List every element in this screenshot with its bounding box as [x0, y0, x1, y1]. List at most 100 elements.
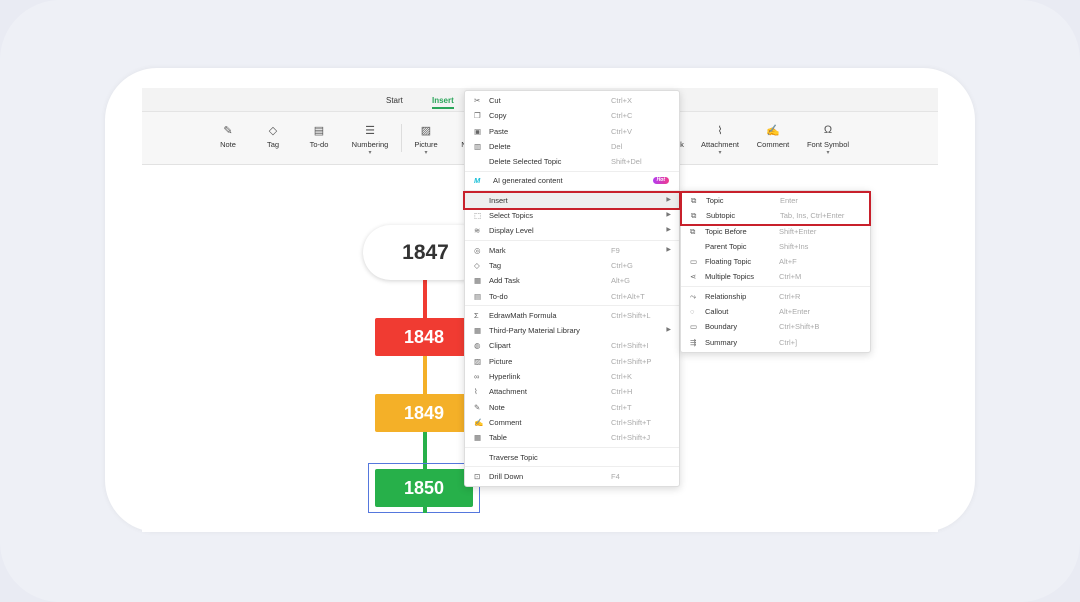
menu-label: Parent Topic	[705, 241, 747, 251]
relationship-icon: ⤳	[690, 291, 696, 301]
divider	[681, 286, 870, 288]
dropdown-icon: ▾	[826, 150, 830, 156]
toolbar-comment-button[interactable]: ✍ Comment	[743, 124, 803, 149]
comment-icon: ✍	[766, 125, 780, 137]
shortcut: Ctrl+R	[779, 291, 801, 301]
menu-label: Summary	[705, 337, 738, 347]
shortcut: Ctrl+Shift+I	[611, 341, 649, 351]
connector	[423, 280, 427, 318]
shortcut: Alt+G	[611, 276, 630, 286]
menu-item-delete[interactable]: ▥ Delete Del	[465, 139, 679, 154]
menu-label: EdrawMath Formula	[489, 310, 557, 320]
menu-label: Topic	[706, 196, 724, 205]
trash-icon: ▥	[474, 141, 482, 151]
link-icon: ∞	[474, 372, 480, 382]
paperclip-icon: ⌇	[717, 125, 723, 137]
floating-icon: ▭	[690, 257, 698, 267]
menu-label: Hyperlink	[489, 372, 521, 382]
menu-item-copy[interactable]: ❐ Copy Ctrl+C	[465, 108, 679, 123]
divider	[465, 190, 679, 192]
tool-label: Note	[220, 140, 236, 149]
toolbar-numbering-button[interactable]: ☰ Numbering ▾	[340, 124, 400, 156]
multiple-icon: ⋖	[690, 272, 697, 282]
tool-label: Tag	[266, 140, 280, 149]
menu-label: Insert	[489, 195, 508, 205]
menu-item-display-level[interactable]: ≋ Display Level ▶	[465, 223, 679, 238]
callout-icon: ◌	[690, 307, 695, 317]
menu-item-edrawmath-formula[interactable]: Σ EdrawMath Formula Ctrl+Shift+L	[465, 308, 679, 323]
menu-label: Multiple Topics	[705, 272, 755, 282]
shortcut: Shift+Del	[611, 157, 642, 167]
shortcut: Ctrl+H	[611, 387, 633, 397]
menu-item-to-do[interactable]: ▤ To-do Ctrl+Alt+T	[465, 289, 679, 304]
shortcut: Ctrl+Shift+P	[611, 356, 652, 366]
menu-item-add-task[interactable]: ▦ Add Task Alt+G	[465, 273, 679, 288]
menu-item-drill-down[interactable]: ⊡ Drill Down F4	[465, 469, 679, 484]
menu-label: Display Level	[489, 226, 534, 236]
menu-item-topic[interactable]: ⧉ Topic Enter	[682, 193, 869, 208]
toolbar-attachment-button[interactable]: ⌇ Attachment ▾	[690, 124, 750, 156]
tab-start[interactable]: Start	[386, 96, 403, 105]
shortcut: Ctrl+M	[779, 272, 802, 282]
tab-insert[interactable]: Insert	[432, 96, 454, 109]
menu-label: Paste	[489, 126, 509, 136]
shortcut: Ctrl+T	[611, 402, 632, 412]
menu-item-note[interactable]: ✎ Note Ctrl+T	[465, 400, 679, 415]
menu-item-subtopic[interactable]: ⧉ Subtopic Tab, Ins, Ctrl+Enter	[682, 208, 869, 223]
subtopic-icon: ⧉	[691, 211, 697, 221]
shortcut: Ctrl+Shift+B	[779, 322, 820, 332]
menu-label: To-do	[489, 291, 508, 301]
chevron-right-icon: ▶	[666, 227, 671, 234]
menu-item-hyperlink[interactable]: ∞ Hyperlink Ctrl+K	[465, 369, 679, 384]
shortcut: Ctrl+X	[611, 96, 633, 105]
menu-label: Callout	[705, 307, 729, 317]
shortcut: Shift+Ins	[779, 241, 809, 251]
menu-item-third-party-material-library[interactable]: ▦ Third-Party Material Library ▶	[465, 323, 679, 338]
menu-item-summary[interactable]: ⇶ Summary Ctrl+]	[681, 335, 870, 350]
menu-item-table[interactable]: ▦ Table Ctrl+Shift+J	[465, 430, 679, 445]
toolbar-font-symbol-button[interactable]: Ω Font Symbol ▾	[798, 124, 858, 156]
topic-1849[interactable]: 1849	[375, 394, 473, 432]
menu-item-tag[interactable]: ◇ Tag Ctrl+G	[465, 258, 679, 273]
menu-item-relationship[interactable]: ⤳ Relationship Ctrl+R	[681, 289, 870, 304]
shortcut: Ctrl+C	[611, 111, 633, 121]
divider	[465, 305, 679, 307]
menu-label: Comment	[489, 417, 522, 427]
menu-item-comment[interactable]: ✍ Comment Ctrl+Shift+T	[465, 415, 679, 430]
menu-item-clipart[interactable]: ◍ Clipart Ctrl+Shift+I	[465, 338, 679, 353]
shortcut: Ctrl+G	[611, 260, 633, 270]
chevron-right-icon: ▶	[666, 196, 671, 203]
menu-label: Copy	[489, 111, 507, 121]
menu-item-floating-topic[interactable]: ▭ Floating Topic Alt+F	[681, 254, 870, 269]
mark-icon: ◎	[474, 245, 481, 255]
topic-1850[interactable]: 1850	[375, 469, 473, 507]
topic-before-icon: ⧉	[690, 226, 696, 236]
chevron-right-icon: ▶	[666, 327, 671, 334]
menu-item-traverse-topic[interactable]: Traverse Topic	[465, 450, 679, 465]
scissors-icon: ✂	[474, 96, 481, 105]
menu-item-callout[interactable]: ◌ Callout Alt+Enter	[681, 304, 870, 319]
picture-icon: ▨	[474, 356, 482, 366]
topic-1848[interactable]: 1848	[375, 318, 473, 356]
menu-item-paste[interactable]: ▣ Paste Ctrl+V	[465, 124, 679, 139]
menu-label: Cut	[489, 96, 501, 105]
menu-item-insert[interactable]: Insert ▶	[463, 190, 681, 211]
menu-label: Subtopic	[706, 211, 736, 221]
menu-item-ai-generated-content[interactable]: M AI generated content Hot	[465, 173, 679, 188]
menu-item-multiple-topics[interactable]: ⋖ Multiple Topics Ctrl+M	[681, 269, 870, 284]
menu-label: Attachment	[489, 387, 527, 397]
shortcut: Del	[611, 141, 623, 151]
menu-item-topic-before[interactable]: ⧉ Topic Before Shift+Enter	[681, 224, 870, 239]
menu-label: Drill Down	[489, 471, 524, 481]
menu-item-attachment[interactable]: ⌇ Attachment Ctrl+H	[465, 384, 679, 399]
divider	[465, 447, 679, 449]
menu-item-select-topics[interactable]: ⬚ Select Topics ▶	[465, 208, 679, 223]
chevron-right-icon: ▶	[666, 246, 671, 253]
menu-item-delete-selected-topic[interactable]: Delete Selected Topic Shift+Del	[465, 154, 679, 169]
menu-item-mark[interactable]: ◎ Mark F9 ▶	[465, 243, 679, 258]
menu-item-boundary[interactable]: ▭ Boundary Ctrl+Shift+B	[681, 319, 870, 334]
omega-icon: Ω	[823, 124, 833, 136]
menu-item-parent-topic[interactable]: Parent Topic Shift+Ins	[681, 239, 870, 254]
menu-item-picture[interactable]: ▨ Picture Ctrl+Shift+P	[465, 354, 679, 369]
menu-item-cut[interactable]: ✂ Cut Ctrl+X	[465, 93, 679, 108]
